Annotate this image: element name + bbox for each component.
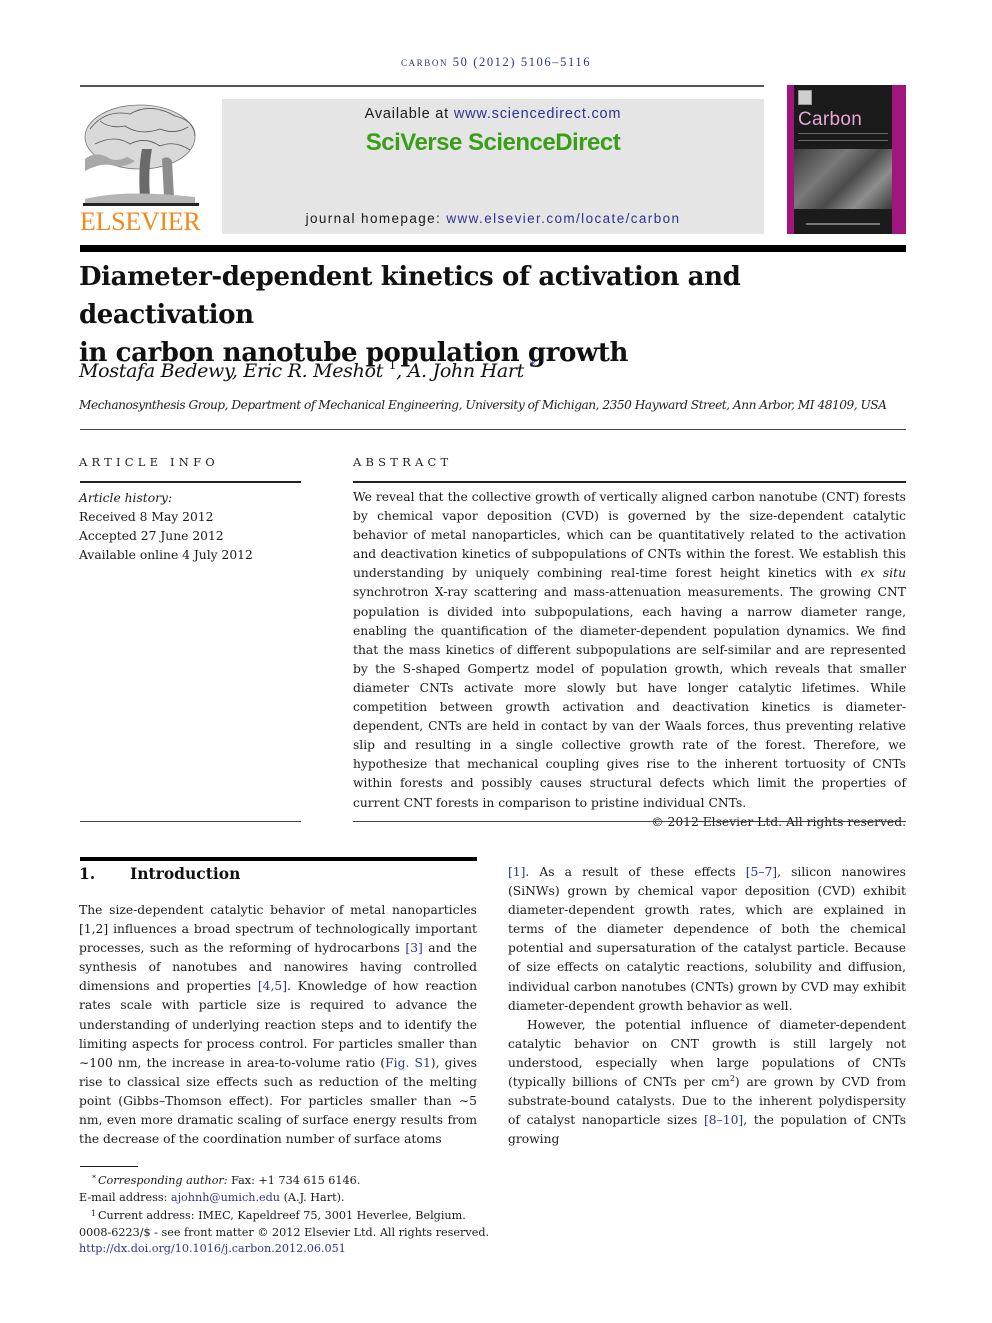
article-info-bottom-rule xyxy=(80,821,301,822)
abstract-body: We reveal that the collective growth of … xyxy=(353,488,906,832)
section-title: Introduction xyxy=(130,864,241,883)
article-title: Diameter-dependent kinetics of activatio… xyxy=(79,258,919,372)
intro-paragraph-1: The size-dependent catalytic behavior of… xyxy=(79,903,478,1147)
elsevier-logo[interactable]: ELSEVIER xyxy=(80,99,202,236)
cover-panel: Carbon xyxy=(794,85,892,234)
citation-link[interactable]: [3] xyxy=(405,941,422,955)
journal-homepage-link[interactable]: www.elsevier.com/locate/carbon xyxy=(446,211,680,226)
article-info-heading: ARTICLE INFO xyxy=(79,455,219,469)
footnote-email: E-mail address: ajohnh@umich.edu (A.J. H… xyxy=(79,1190,345,1204)
body-column-right: [1]. As a result of these effects [5–7],… xyxy=(508,863,906,1149)
cover-title: Carbon xyxy=(798,109,863,130)
abstract-copyright: © 2012 Elsevier Ltd. All rights reserved… xyxy=(651,814,906,829)
journal-homepage: journal homepage: www.elsevier.com/locat… xyxy=(305,211,681,226)
corresponding-author-mark[interactable]: * xyxy=(530,359,536,372)
sciverse-brand[interactable]: SciVerse ScienceDirect xyxy=(222,129,764,157)
citation-link[interactable]: [8–10] xyxy=(704,1113,743,1127)
section-number: 1. xyxy=(79,864,96,883)
online-date: Available online 4 July 2012 xyxy=(79,548,253,562)
title-rule xyxy=(80,429,906,430)
doi: http://dx.doi.org/10.1016/j.carbon.2012.… xyxy=(79,1241,539,1258)
cover-badge-icon xyxy=(798,90,812,105)
elsevier-tree-icon xyxy=(80,99,202,211)
running-head: carbon 50 (2012) 5106–5116 xyxy=(400,55,592,69)
front-matter: 0008-6223/$ - see front matter © 2012 El… xyxy=(79,1225,490,1239)
intro-paragraph-1-cont: [1]. As a result of these effects [5–7],… xyxy=(508,865,906,1013)
body-column-left: The size-dependent catalytic behavior of… xyxy=(79,901,477,1149)
footnote-corresponding: * Corresponding author: Fax: +1 734 615 6… xyxy=(92,1174,361,1187)
cover-image xyxy=(794,149,892,209)
header-rule xyxy=(80,85,764,87)
sciencedirect-banner: Available at www.sciencedirect.com SciVe… xyxy=(222,99,764,234)
title-line-1: Diameter-dependent kinetics of activatio… xyxy=(79,262,741,330)
history-label: Article history: xyxy=(79,491,173,505)
masthead-rule xyxy=(80,245,906,252)
author-name[interactable]: Mostafa Bedewy xyxy=(79,360,232,382)
email-link[interactable]: ajohnh@umich.edu xyxy=(171,1191,280,1204)
cover-subtitle xyxy=(798,133,888,141)
affiliation: Mechanosynthesis Group, Department of Me… xyxy=(79,398,887,412)
citation-link[interactable]: [4,5] xyxy=(258,979,287,993)
abstract-heading: ABSTRACT xyxy=(353,455,453,469)
elsevier-wordmark: ELSEVIER xyxy=(80,207,201,236)
footnote-address: 1 Current address: IMEC, Kapeldreef 75, 3… xyxy=(90,1209,466,1222)
article-info-rule xyxy=(80,481,301,483)
abstract-bottom-rule xyxy=(353,821,906,822)
article-history: Article history: Received 8 May 2012 Acc… xyxy=(79,489,253,565)
accepted-date: Accepted 27 June 2012 xyxy=(79,529,224,543)
author-footnote-mark[interactable]: 1 xyxy=(389,358,397,372)
intro-paragraph-2: However, the potential influence of diam… xyxy=(508,1017,907,1147)
citation-link[interactable]: [1] xyxy=(508,865,525,879)
author-name[interactable]: Eric R. Meshot xyxy=(243,360,383,382)
doi-link[interactable]: http://dx.doi.org/10.1016/j.carbon.2012.… xyxy=(79,1242,346,1255)
section-heading: 1. Introduction xyxy=(79,864,240,883)
sciencedirect-link[interactable]: www.sciencedirect.com xyxy=(454,106,622,122)
journal-cover[interactable]: Carbon xyxy=(787,85,906,234)
author-name[interactable]: A. John Hart xyxy=(408,360,525,382)
figure-link[interactable]: Fig. S1 xyxy=(385,1056,431,1070)
abstract-text: We reveal that the collective growth of … xyxy=(353,490,906,810)
abstract-rule xyxy=(353,481,906,483)
received-date: Received 8 May 2012 xyxy=(79,510,214,524)
available-at: Available at www.sciencedirect.com xyxy=(364,106,622,122)
footnote-rule xyxy=(80,1166,138,1167)
cover-footer xyxy=(806,223,880,225)
author-list: Mostafa Bedewy, Eric R. Meshot 1, A. Joh… xyxy=(79,358,535,382)
section-rule xyxy=(80,857,477,861)
footnotes: * Corresponding author: Fax: +1 734 615 6… xyxy=(79,1171,539,1258)
citation-link[interactable]: [5–7] xyxy=(746,865,777,879)
